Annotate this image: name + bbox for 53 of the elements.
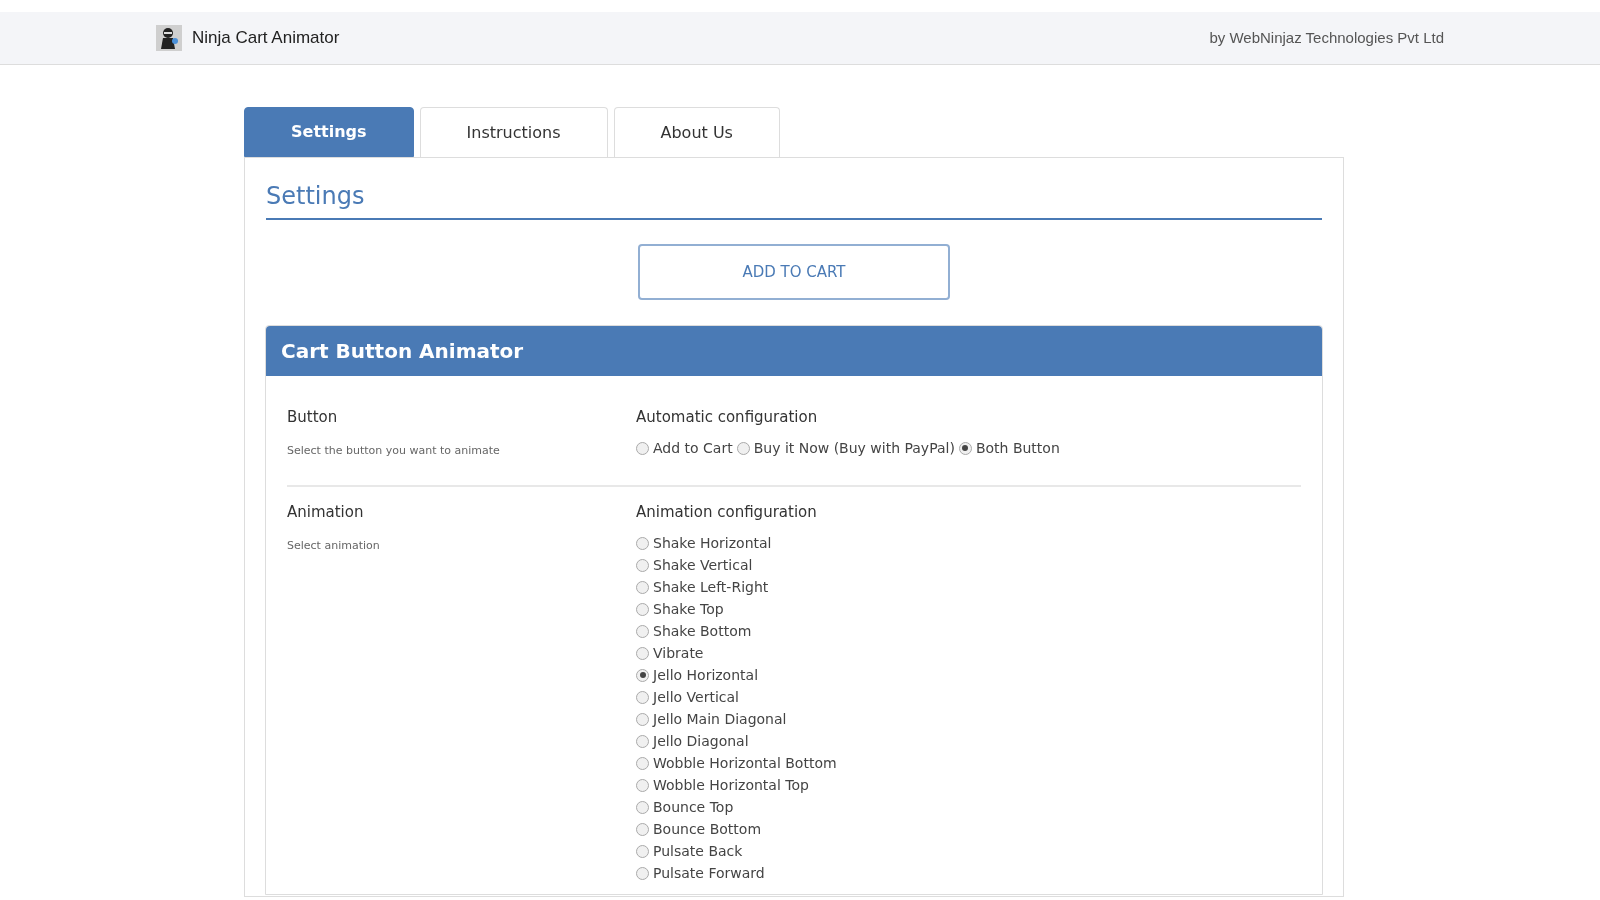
option-label[interactable]: Jello Main Diagonal [653, 708, 787, 730]
option-label[interactable]: Shake Top [653, 598, 724, 620]
company-byline: by WebNinjaz Technologies Pvt Ltd [1209, 27, 1444, 48]
radio-button[interactable] [636, 580, 649, 594]
option-label[interactable]: Wobble Horizontal Bottom [653, 752, 837, 774]
option-label[interactable]: Bounce Bottom [653, 818, 762, 840]
section-hint: Select animation [287, 537, 381, 554]
radio-button[interactable] [636, 536, 649, 550]
radio-button[interactable] [958, 441, 972, 455]
page-title: Settings [266, 178, 1322, 220]
radio-button[interactable] [636, 558, 649, 572]
radio-button[interactable] [636, 602, 649, 616]
section-label: Animation [287, 502, 365, 523]
radio-button[interactable] [636, 866, 649, 880]
config-title: Animation configuration [636, 502, 818, 523]
radio-button[interactable] [636, 712, 649, 726]
card-title: Cart Button Animator [281, 338, 524, 365]
option-label[interactable]: Wobble Horizontal Top [653, 774, 809, 796]
ninja-logo-icon [156, 25, 182, 51]
option-label[interactable]: Shake Bottom [653, 620, 752, 642]
option-label[interactable]: Jello Vertical [653, 686, 739, 708]
add-to-cart-button[interactable]: ADD TO CART [638, 244, 950, 300]
radio-button[interactable] [636, 441, 649, 455]
option-label[interactable]: Shake Left-Right [653, 576, 769, 598]
option-label[interactable]: Shake Vertical [653, 554, 753, 576]
radio-button[interactable] [636, 624, 649, 638]
tab[interactable]: Instructions [419, 107, 608, 157]
radio-button[interactable] [636, 646, 649, 660]
tab[interactable]: Settings [244, 107, 414, 157]
radio-button[interactable] [636, 822, 649, 836]
radio-button[interactable] [636, 800, 649, 814]
option-label[interactable]: Jello Horizontal [653, 664, 759, 686]
option-label[interactable]: Pulsate Back [653, 840, 743, 862]
radio-button[interactable] [736, 441, 750, 455]
radio-button[interactable] [636, 668, 649, 682]
section-label: Button [287, 407, 339, 428]
radio-button[interactable] [636, 734, 649, 748]
option-label[interactable]: Jello Diagonal [653, 730, 749, 752]
tab[interactable]: About Us [613, 107, 780, 157]
radio-button[interactable] [636, 690, 649, 704]
option-label[interactable]: Both Button [975, 437, 1060, 459]
option-label[interactable]: Buy it Now (Buy with PayPal) [753, 437, 955, 459]
config-title: Automatic configuration [636, 407, 819, 428]
radio-button[interactable] [636, 844, 649, 858]
section-hint: Select the button you want to animate [287, 442, 501, 459]
option-label[interactable]: Add to Cart [653, 437, 733, 459]
option-label[interactable]: Bounce Top [653, 796, 734, 818]
option-label[interactable]: Pulsate Forward [653, 862, 765, 884]
option-label[interactable]: Shake Horizontal [653, 532, 772, 554]
app-name: Ninja Cart Animator [192, 27, 340, 50]
radio-button[interactable] [636, 778, 649, 792]
radio-button[interactable] [636, 756, 649, 770]
option-label[interactable]: Vibrate [653, 642, 704, 664]
